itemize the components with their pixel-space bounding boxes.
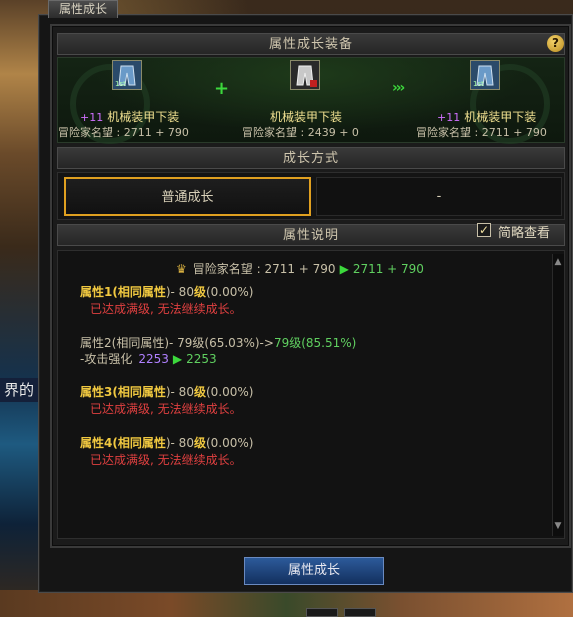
background-button-stub bbox=[306, 608, 338, 617]
arrow-right-icon: ▶ bbox=[339, 262, 349, 276]
left-item-slot[interactable]: 1st bbox=[112, 60, 142, 90]
background-floor bbox=[0, 590, 573, 617]
attr2-arrow: -> bbox=[259, 336, 274, 350]
attr1-level: )- 80 bbox=[165, 285, 194, 299]
attr3-same: 相同属性 bbox=[117, 385, 166, 399]
attr4-title: 属性4(相同属性)- 80级(0.00%) bbox=[80, 434, 253, 451]
item-name-text: 机械装甲下装 bbox=[107, 110, 180, 124]
middle-item-fame: 冒险家名望 : 2439 + 0 bbox=[242, 126, 359, 139]
plus-icon: + bbox=[214, 78, 230, 99]
attr4-same: 相同属性 bbox=[117, 436, 166, 450]
attr1-unit: 级 bbox=[193, 285, 206, 299]
attr3-level: )- 80 bbox=[165, 385, 194, 399]
chevron-down-icon[interactable]: ▼ bbox=[552, 520, 564, 532]
attr1-pct: (0.00%) bbox=[205, 285, 254, 299]
brief-view-label[interactable]: 简略查看 bbox=[498, 222, 550, 241]
attr4-unit: 级 bbox=[193, 436, 206, 450]
brief-view-checkbox[interactable]: ✓ bbox=[477, 223, 491, 237]
fame-current: 冒险家名望 : 2711 + 790 bbox=[192, 262, 336, 276]
attack-line: -攻击强化 2253 ▶ 2253 bbox=[80, 350, 217, 367]
middle-item-slot[interactable] bbox=[290, 60, 320, 90]
left-item-fame: 冒险家名望 : 2711 + 790 bbox=[58, 126, 189, 139]
attr4-prefix: 属性4( bbox=[80, 436, 118, 450]
enhance-level: +11 bbox=[437, 111, 461, 124]
attribute-growth-button[interactable]: 属性成长 bbox=[244, 557, 384, 585]
crown-icon: ♛ bbox=[176, 262, 187, 276]
attr2-target: 79级(85.51%) bbox=[273, 336, 357, 350]
attack-label: -攻击强化 bbox=[80, 352, 133, 366]
attr3-title: 属性3(相同属性)- 80级(0.00%) bbox=[80, 383, 253, 400]
attr1-prefix: 属性1( bbox=[80, 285, 118, 299]
attr3-warning: 已达成满级, 无法继续成长。 bbox=[90, 402, 242, 416]
attr2-title: 属性2(相同属性)- 79级(65.03%)->79级(85.51%) bbox=[80, 334, 356, 351]
attr1-warning: 已达成满级, 无法继续成长。 bbox=[90, 302, 242, 316]
attr3-prefix: 属性3( bbox=[80, 385, 118, 399]
scrollbar[interactable] bbox=[552, 254, 564, 536]
arrow-right-icon: ▶ bbox=[172, 352, 183, 366]
item-name-text: 机械装甲下装 bbox=[464, 110, 537, 124]
arrow-right-icon: ››› bbox=[392, 80, 405, 96]
attr1-same: 相同属性 bbox=[117, 285, 166, 299]
normal-growth-option[interactable]: 普通成长 bbox=[64, 177, 311, 216]
window-tab-title[interactable]: 属性成长 bbox=[48, 0, 118, 18]
chevron-up-icon[interactable]: ▲ bbox=[552, 256, 564, 268]
fame-summary: ♛ 冒险家名望 : 2711 + 790 ▶ 2711 + 790 bbox=[176, 260, 424, 277]
armor-pants-icon bbox=[291, 61, 319, 89]
equip-section-header: 属性成长装备 bbox=[57, 33, 565, 55]
fame-new: 2711 + 790 bbox=[352, 262, 424, 276]
right-item-slot[interactable]: 1st bbox=[470, 60, 500, 90]
right-item-fame: 冒险家名望 : 2711 + 790 bbox=[416, 126, 547, 139]
background-button-stub bbox=[344, 608, 376, 617]
left-item-name: +11 机械装甲下装 bbox=[80, 108, 179, 125]
middle-item-name: 机械装甲下装 bbox=[270, 110, 343, 124]
attr3-pct: (0.00%) bbox=[205, 385, 254, 399]
attack-new: 2253 bbox=[186, 352, 217, 366]
attr1-title: 属性1(相同属性)- 80级(0.00%) bbox=[80, 283, 253, 300]
attr4-level: )- 80 bbox=[165, 436, 194, 450]
attr3-unit: 级 bbox=[193, 385, 206, 399]
method-section-header: 成长方式 bbox=[57, 147, 565, 169]
attr4-warning: 已达成满级, 无法继续成长。 bbox=[90, 453, 242, 467]
question-icon[interactable]: ? bbox=[547, 35, 564, 52]
item-badge: 1st bbox=[473, 80, 484, 88]
item-badge: 1st bbox=[115, 80, 126, 88]
attr2-current: 属性2(相同属性)- 79级(65.03%) bbox=[80, 336, 260, 350]
enhance-level: +11 bbox=[80, 111, 104, 124]
attr4-pct: (0.00%) bbox=[205, 436, 254, 450]
right-item-name: +11 机械装甲下装 bbox=[437, 108, 536, 125]
attack-old: 2253 bbox=[138, 352, 169, 366]
other-growth-option[interactable]: - bbox=[316, 177, 562, 216]
